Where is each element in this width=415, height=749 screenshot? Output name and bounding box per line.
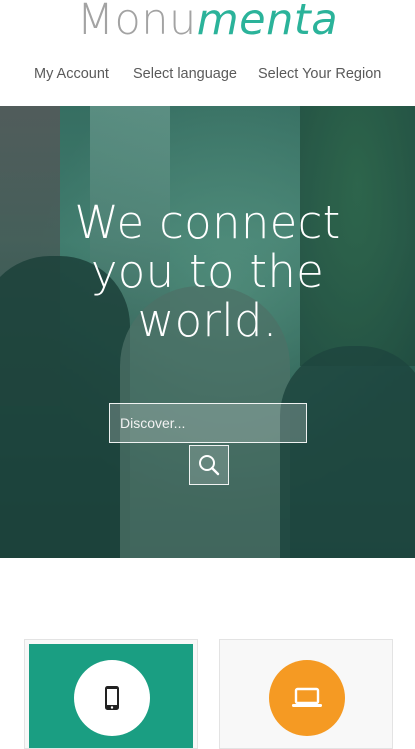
hero-headline-line: We connect: [74, 196, 341, 249]
search-icon: [199, 455, 220, 476]
smartphone-icon: [105, 686, 119, 710]
feature-icon-badge: [269, 660, 345, 736]
hero-headline-line: world.: [137, 294, 278, 347]
logo-text-accent: menta: [196, 0, 339, 45]
feature-icon-badge: [74, 660, 150, 736]
logo-text-primary: Monu: [76, 0, 197, 45]
search-button[interactable]: [189, 445, 229, 485]
site-header: Monumenta My Account Select language Sel…: [0, 0, 415, 106]
laptop-icon: [292, 687, 322, 707]
nav-select-region[interactable]: Select Your Region: [258, 66, 381, 82]
nav-my-account[interactable]: My Account: [34, 66, 109, 82]
site-logo[interactable]: Monumenta: [0, 0, 415, 42]
feature-card-desktop[interactable]: [219, 639, 393, 749]
nav-select-language[interactable]: Select language: [133, 66, 237, 82]
hero-headline: We connect you to the world.: [0, 198, 415, 345]
discover-search-input[interactable]: [109, 403, 307, 443]
hero-section: We connect you to the world.: [0, 106, 415, 558]
feature-card-mobile[interactable]: [24, 639, 198, 749]
hero-headline-line: you to the: [90, 245, 325, 298]
